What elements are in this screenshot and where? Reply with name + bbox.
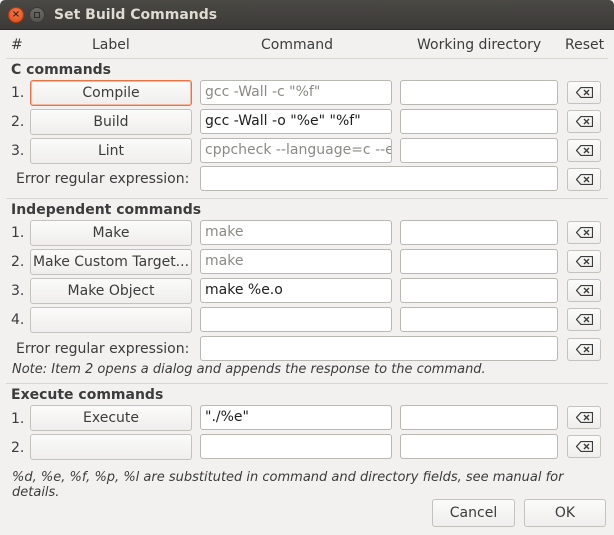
clear-icon (575, 285, 593, 296)
command-label-button[interactable]: Compile (30, 80, 192, 106)
command-field[interactable]: "./%e" (200, 405, 392, 430)
header-command: Command (261, 37, 333, 53)
clear-icon (575, 145, 593, 156)
working-directory-field[interactable] (400, 405, 558, 430)
cancel-button[interactable]: Cancel (432, 499, 515, 527)
substitution-note: %d, %e, %f, %p, %l are substituted in co… (12, 470, 564, 500)
working-directory-field[interactable] (400, 249, 558, 274)
row-number: 2. (11, 114, 25, 130)
separator (6, 383, 608, 384)
error-regex-label: Error regular expression: (16, 341, 190, 357)
clear-icon (575, 314, 593, 325)
command-label-button[interactable]: Make Object (30, 278, 192, 304)
section-title-independent-commands: Independent commands (11, 202, 202, 218)
reset-button[interactable] (567, 139, 601, 162)
working-directory-field[interactable] (400, 278, 558, 303)
command-label-button[interactable]: Execute (30, 405, 192, 431)
ok-button[interactable]: OK (524, 499, 606, 527)
row-number: 3. (11, 283, 25, 299)
reset-button[interactable] (567, 308, 601, 331)
clear-icon (575, 441, 593, 452)
working-directory-field[interactable] (400, 138, 558, 163)
clear-icon (575, 344, 593, 355)
clear-icon (575, 412, 593, 423)
reset-button[interactable] (567, 435, 601, 458)
reset-button[interactable] (567, 279, 601, 302)
window-title: Set Build Commands (54, 7, 218, 23)
clear-icon (575, 256, 593, 267)
row-number: 1. (11, 85, 25, 101)
reset-button[interactable] (567, 168, 601, 191)
row-number: 4. (11, 312, 25, 328)
reset-button[interactable] (567, 250, 601, 273)
command-field[interactable]: make (200, 220, 392, 245)
reset-button[interactable] (567, 110, 601, 133)
independent-commands-note: Note: Item 2 opens a dialog and appends … (12, 362, 486, 377)
separator (6, 58, 608, 59)
clear-icon (575, 227, 593, 238)
header-number: # (11, 37, 23, 53)
command-field[interactable]: gcc -Wall -o "%e" "%f" (200, 109, 392, 134)
command-field[interactable]: gcc -Wall -c "%f" (200, 80, 392, 105)
reset-button[interactable] (567, 338, 601, 361)
command-label-button[interactable]: Lint (30, 138, 192, 164)
row-number: 1. (11, 225, 25, 241)
row-number: 1. (11, 411, 25, 427)
working-directory-field[interactable] (400, 220, 558, 245)
working-directory-field[interactable] (400, 434, 558, 459)
row-number: 3. (11, 143, 25, 159)
minimize-window-icon[interactable] (29, 7, 45, 23)
command-label-button[interactable]: Build (30, 109, 192, 135)
row-number: 2. (11, 254, 25, 270)
header-working-directory: Working directory (417, 37, 542, 53)
header-reset: Reset (565, 37, 605, 53)
command-label-button[interactable]: Make Custom Target... (30, 249, 192, 275)
reset-button[interactable] (567, 221, 601, 244)
section-title-c-commands: C commands (11, 62, 112, 78)
command-label-button[interactable] (30, 307, 192, 333)
working-directory-field[interactable] (400, 109, 558, 134)
header-label: Label (92, 37, 130, 53)
working-directory-field[interactable] (400, 307, 558, 332)
command-field[interactable]: cppcheck --language=c --enable=warning,s… (200, 138, 392, 163)
row-number: 2. (11, 440, 25, 456)
error-regex-field[interactable] (200, 336, 558, 361)
reset-button[interactable] (567, 81, 601, 104)
close-window-icon[interactable]: × (8, 7, 24, 23)
clear-icon (575, 174, 593, 185)
error-regex-field[interactable] (200, 166, 558, 191)
clear-icon (575, 87, 593, 98)
separator (6, 198, 608, 199)
clear-icon (575, 116, 593, 127)
working-directory-field[interactable] (400, 80, 558, 105)
command-field[interactable] (200, 434, 392, 459)
command-field[interactable]: make (200, 249, 392, 274)
reset-button[interactable] (567, 406, 601, 429)
command-field[interactable] (200, 307, 392, 332)
section-title-execute-commands: Execute commands (11, 387, 164, 403)
error-regex-label: Error regular expression: (16, 171, 190, 187)
command-label-button[interactable]: Make (30, 220, 192, 246)
command-label-button[interactable] (30, 434, 192, 460)
command-field[interactable]: make %e.o (200, 278, 392, 303)
title-bar: × Set Build Commands (0, 0, 614, 30)
